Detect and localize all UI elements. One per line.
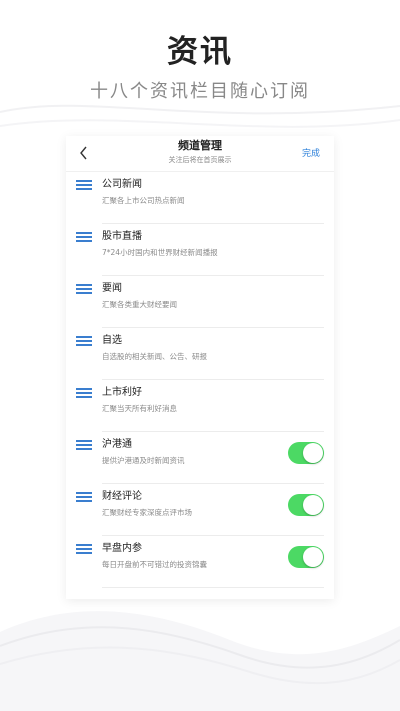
channel-item[interactable]: 早盘内参每日开盘前不可错过的投资锦囊 — [66, 536, 334, 588]
subscribe-toggle[interactable] — [288, 494, 324, 516]
nav-bar: 频道管理 关注后将在首页展示 完成 — [66, 136, 334, 172]
back-button[interactable] — [74, 144, 92, 162]
channel-name: 自选 — [102, 335, 122, 346]
channel-description: 提供沪港通及时新闻资讯 — [102, 456, 185, 465]
channel-name: 沪港通 — [102, 439, 132, 450]
drag-handle-icon[interactable] — [76, 544, 92, 554]
channel-name: 财经评论 — [102, 491, 142, 502]
channel-item[interactable]: 公司新闻汇聚各上市公司热点新闻 — [66, 172, 334, 224]
channel-description: 自选股的相关新闻、公告、研报 — [102, 352, 207, 361]
done-button[interactable]: 完成 — [302, 148, 320, 160]
channel-item[interactable]: 上市利好汇聚当天所有利好消息 — [66, 380, 334, 432]
drag-handle-icon[interactable] — [76, 232, 92, 242]
channel-description: 每日开盘前不可错过的投资锦囊 — [102, 560, 207, 569]
drag-handle-icon[interactable] — [76, 440, 92, 450]
channel-description: 汇聚财经专家深度点评市场 — [102, 508, 192, 517]
drag-handle-icon[interactable] — [76, 336, 92, 346]
hero-section: 资讯 十八个资讯栏目随心订阅 — [0, 0, 400, 104]
subscribe-toggle[interactable] — [288, 546, 324, 568]
channel-description: 汇聚当天所有利好消息 — [102, 404, 177, 413]
phone-screen: 频道管理 关注后将在首页展示 完成 公司新闻汇聚各上市公司热点新闻 股市直播 7*2… — [66, 136, 334, 599]
channel-item[interactable]: 沪港通提供沪港通及时新闻资讯 — [66, 432, 334, 484]
nav-subtitle: 关注后将在首页展示 — [168, 156, 232, 164]
channel-item[interactable]: 要闻汇聚各类重大财经要闻 — [66, 276, 334, 328]
hero-title: 资讯 — [167, 34, 233, 70]
toggle-knob — [303, 547, 323, 567]
subscribe-toggle[interactable] — [288, 442, 324, 464]
channel-name: 股市直播 — [102, 231, 142, 242]
channel-item[interactable]: 财经评论汇聚财经专家深度点评市场 — [66, 484, 334, 536]
drag-handle-icon[interactable] — [76, 492, 92, 502]
toggle-knob — [303, 443, 323, 463]
hero-subtitle: 十八个资讯栏目随心订阅 — [90, 81, 310, 102]
nav-center: 频道管理 关注后将在首页展示 — [126, 139, 274, 166]
drag-handle-icon[interactable] — [76, 388, 92, 398]
drag-handle-icon[interactable] — [76, 284, 92, 294]
toggle-knob — [303, 495, 323, 515]
channel-name: 上市利好 — [102, 387, 142, 398]
channel-name: 早盘内参 — [102, 543, 142, 554]
drag-handle-icon[interactable] — [76, 180, 92, 190]
channel-description: 汇聚各类重大财经要闻 — [102, 300, 177, 309]
channel-description: 汇聚各上市公司热点新闻 — [102, 196, 185, 205]
channel-item[interactable]: 自选自选股的相关新闻、公告、研报 — [66, 328, 334, 380]
channel-description: 7*24小时国内和世界财经新闻播报 — [102, 248, 218, 257]
channel-list: 公司新闻 汇聚各上市公司热点新闻 股市直播 7*24小时国内和世界财经新闻播报 要闻 汇聚… — [66, 172, 334, 588]
channel-item[interactable]: 股市直播 7*24小时国内和世界财经新闻播报 — [66, 224, 334, 276]
channel-name: 要闻 — [102, 283, 122, 294]
channel-name: 公司新闻 — [102, 179, 142, 190]
chevron-left-icon — [79, 146, 87, 160]
nav-title: 频道管理 — [178, 139, 222, 152]
